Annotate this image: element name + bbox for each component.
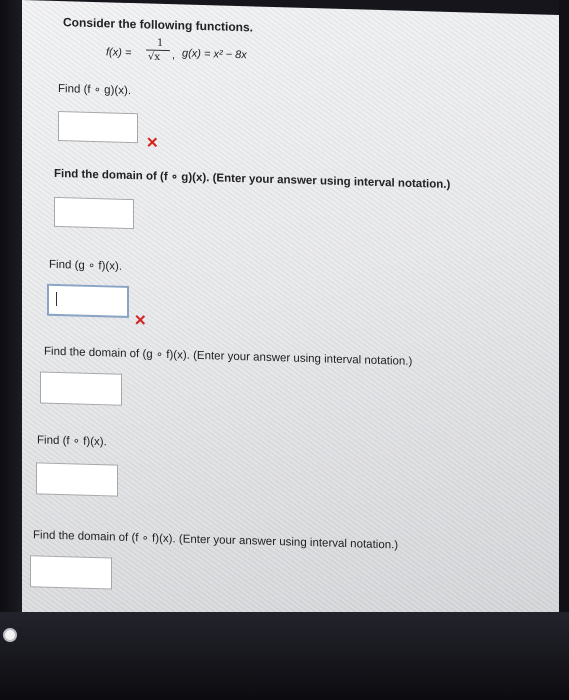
device-bottom-bezel bbox=[0, 612, 569, 700]
fog-answer-input[interactable] bbox=[58, 111, 138, 144]
f-numerator: 1 bbox=[157, 37, 164, 49]
device-bezel bbox=[0, 0, 22, 700]
q6-prompt: Find the domain of (f ∘ f)(x). (Enter yo… bbox=[33, 529, 399, 552]
q1-prompt: Find (f ∘ g)(x). bbox=[58, 83, 132, 98]
gof-domain-input[interactable] bbox=[40, 371, 122, 406]
q3-prompt: Find (g ∘ f)(x). bbox=[49, 258, 123, 273]
device-bezel-right bbox=[559, 0, 569, 700]
fof-domain-input[interactable] bbox=[30, 555, 112, 590]
fof-answer-input[interactable] bbox=[36, 462, 118, 497]
comma: , bbox=[172, 49, 176, 62]
intro-text: Consider the following functions. bbox=[63, 15, 253, 35]
record-button-icon bbox=[3, 628, 17, 642]
f-denominator: √x bbox=[148, 51, 161, 63]
q5-prompt: Find (f ∘ f)(x). bbox=[37, 434, 107, 449]
text-cursor bbox=[56, 291, 57, 306]
question-panel: Consider the following functions. f(x) =… bbox=[22, 0, 559, 627]
q4-prompt: Find the domain of (g ∘ f)(x). (Enter yo… bbox=[44, 345, 413, 368]
fog-domain-input[interactable] bbox=[54, 196, 134, 230]
q2-prompt: Find the domain of (f ∘ g)(x). (Enter yo… bbox=[54, 167, 451, 191]
incorrect-mark-icon: ✕ bbox=[134, 312, 147, 330]
g-definition: g(x) = x² − 8x bbox=[182, 47, 247, 62]
incorrect-mark-icon: ✕ bbox=[146, 134, 159, 152]
f-definition-lhs: f(x) = bbox=[106, 46, 132, 60]
gof-answer-input[interactable] bbox=[47, 283, 129, 318]
